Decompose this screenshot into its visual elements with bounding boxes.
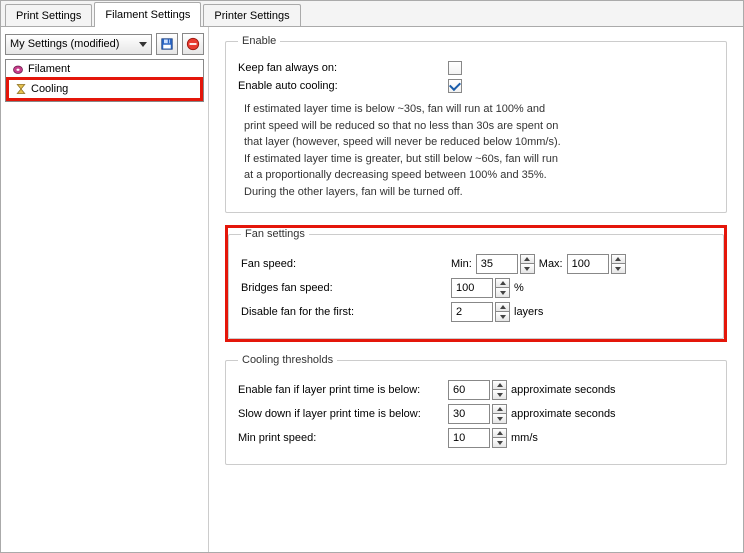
sidebar: My Settings (modified) — [1, 27, 209, 552]
highlight-marker: Cooling — [6, 77, 203, 101]
fan-settings-legend: Fan settings — [241, 228, 309, 240]
spin-down-button[interactable] — [492, 414, 507, 424]
fan-settings-group: Fan settings Fan speed: Min: — [228, 228, 724, 339]
min-print-speed-label: Min print speed: — [238, 432, 448, 444]
preset-dropdown-label: My Settings (modified) — [10, 38, 119, 50]
hourglass-icon — [15, 83, 27, 95]
bridges-input[interactable] — [451, 278, 493, 298]
auto-cooling-info: If estimated layer time is below ~30s, f… — [244, 101, 708, 200]
chevron-down-icon — [524, 267, 530, 271]
tab-printer-settings[interactable]: Printer Settings — [203, 4, 300, 26]
settings-panel: Enable Keep fan always on: Enable auto c… — [209, 27, 743, 552]
sidebar-item-label: Filament — [28, 63, 70, 75]
spin-up-button[interactable] — [492, 404, 507, 414]
spin-up-button[interactable] — [492, 428, 507, 438]
spin-down-button[interactable] — [520, 264, 535, 274]
chevron-up-icon — [497, 431, 503, 435]
enable-fan-threshold-unit: approximate seconds — [511, 384, 616, 396]
spin-down-button[interactable] — [492, 438, 507, 448]
slow-down-threshold-unit: approximate seconds — [511, 408, 616, 420]
chevron-up-icon — [615, 257, 621, 261]
chevron-down-icon — [497, 417, 503, 421]
preset-dropdown[interactable]: My Settings (modified) — [5, 34, 152, 55]
spin-up-button[interactable] — [520, 254, 535, 264]
chevron-up-icon — [497, 407, 503, 411]
fan-speed-max-label: Max: — [539, 258, 563, 270]
highlight-marker: Fan settings Fan speed: Min: — [225, 225, 727, 342]
bridges-label: Bridges fan speed: — [241, 282, 451, 294]
chevron-up-icon — [500, 281, 506, 285]
delete-preset-button[interactable] — [182, 33, 204, 55]
info-line: If estimated layer time is greater, but … — [244, 153, 558, 165]
auto-cooling-label: Enable auto cooling: — [238, 80, 448, 92]
filament-spool-icon — [12, 63, 24, 75]
spin-down-button[interactable] — [495, 312, 510, 322]
enable-fan-threshold-input[interactable] — [448, 380, 490, 400]
cooling-thresholds-group: Cooling thresholds Enable fan if layer p… — [225, 354, 727, 465]
fan-speed-min-input[interactable] — [476, 254, 518, 274]
tab-filament-settings[interactable]: Filament Settings — [94, 2, 201, 27]
chevron-up-icon — [497, 383, 503, 387]
spin-down-button[interactable] — [495, 288, 510, 298]
sidebar-item-label: Cooling — [31, 83, 68, 95]
chevron-down-icon — [615, 267, 621, 271]
delete-minus-icon — [186, 37, 200, 51]
info-line: print speed will be reduced so that no l… — [244, 120, 558, 132]
sidebar-item-cooling[interactable]: Cooling — [9, 80, 200, 98]
disable-first-unit: layers — [514, 306, 543, 318]
min-print-speed-unit: mm/s — [511, 432, 538, 444]
keep-fan-label: Keep fan always on: — [238, 62, 448, 74]
fan-speed-label: Fan speed: — [241, 258, 451, 270]
chevron-down-icon — [497, 441, 503, 445]
slow-down-threshold-input[interactable] — [448, 404, 490, 424]
info-line: If estimated layer time is below ~30s, f… — [244, 103, 545, 115]
save-preset-button[interactable] — [156, 33, 178, 55]
chevron-down-icon — [500, 291, 506, 295]
tab-bar: Print Settings Filament Settings Printer… — [1, 1, 743, 27]
chevron-down-icon — [497, 393, 503, 397]
slow-down-threshold-label: Slow down if layer print time is below: — [238, 408, 448, 420]
auto-cooling-checkbox[interactable] — [448, 79, 462, 93]
spin-up-button[interactable] — [495, 302, 510, 312]
spin-up-button[interactable] — [611, 254, 626, 264]
info-line: that layer (however, speed will never be… — [244, 136, 561, 148]
fan-speed-min-label: Min: — [451, 258, 472, 270]
min-print-speed-input[interactable] — [448, 428, 490, 448]
info-line: at a proportionally decreasing speed bet… — [244, 169, 547, 181]
fan-speed-max-input[interactable] — [567, 254, 609, 274]
save-disk-icon — [161, 38, 173, 50]
enable-legend: Enable — [238, 35, 280, 47]
enable-group: Enable Keep fan always on: Enable auto c… — [225, 35, 727, 213]
disable-first-input[interactable] — [451, 302, 493, 322]
chevron-down-icon — [500, 315, 506, 319]
chevron-up-icon — [524, 257, 530, 261]
sidebar-item-filament[interactable]: Filament — [6, 60, 203, 78]
chevron-down-icon — [139, 42, 147, 47]
settings-tree: Filament Cooling — [5, 59, 204, 102]
thresholds-legend: Cooling thresholds — [238, 354, 337, 366]
tab-print-settings[interactable]: Print Settings — [5, 4, 92, 26]
chevron-up-icon — [500, 305, 506, 309]
spin-down-button[interactable] — [611, 264, 626, 274]
spin-up-button[interactable] — [495, 278, 510, 288]
spin-down-button[interactable] — [492, 390, 507, 400]
keep-fan-checkbox[interactable] — [448, 61, 462, 75]
spin-up-button[interactable] — [492, 380, 507, 390]
bridges-unit: % — [514, 282, 524, 294]
info-line: During the other layers, fan will be tur… — [244, 186, 463, 198]
enable-fan-threshold-label: Enable fan if layer print time is below: — [238, 384, 448, 396]
disable-first-label: Disable fan for the first: — [241, 306, 451, 318]
